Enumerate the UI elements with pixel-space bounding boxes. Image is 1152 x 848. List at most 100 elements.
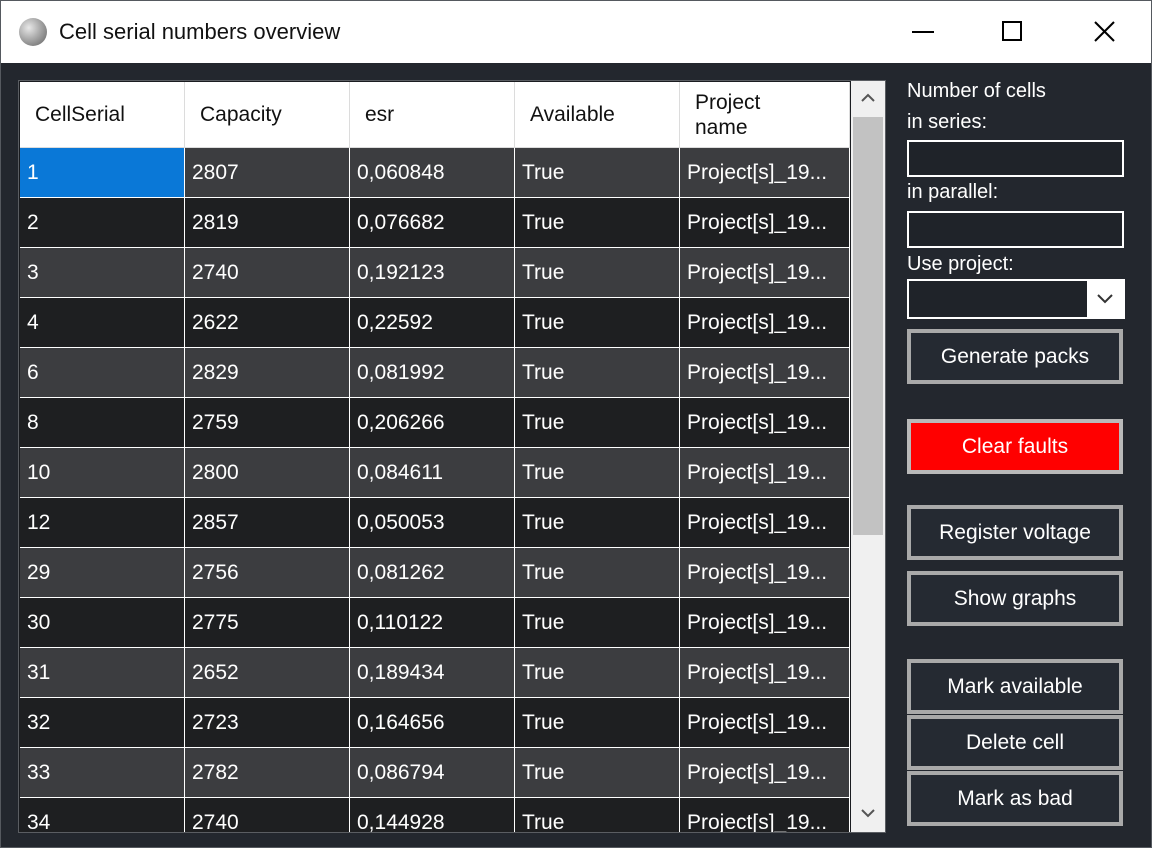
cell-available[interactable]: True: [515, 248, 680, 298]
cell-project-name[interactable]: Project[s]_19...: [680, 348, 850, 398]
register-voltage-button[interactable]: Register voltage: [907, 505, 1123, 560]
cell-esr[interactable]: 0,164656: [350, 698, 515, 748]
cell-capacity[interactable]: 2652: [185, 648, 350, 698]
minimize-button[interactable]: [877, 1, 969, 63]
cell-cellserial[interactable]: 3: [20, 248, 185, 298]
table-row[interactable]: 8 2759 0,206266 True Project[s]_19...: [20, 398, 850, 448]
vertical-scrollbar[interactable]: [851, 81, 885, 832]
column-header-esr[interactable]: esr: [350, 82, 515, 148]
project-dropdown[interactable]: [907, 279, 1125, 319]
cell-project-name[interactable]: Project[s]_19...: [680, 548, 850, 598]
cell-cellserial[interactable]: 1: [20, 148, 185, 198]
cell-esr[interactable]: 0,086794: [350, 748, 515, 798]
cell-esr[interactable]: 0,050053: [350, 498, 515, 548]
clear-faults-button[interactable]: Clear faults: [907, 419, 1123, 474]
close-button[interactable]: [1059, 1, 1151, 63]
cell-project-name[interactable]: Project[s]_19...: [680, 398, 850, 448]
cell-esr[interactable]: 0,206266: [350, 398, 515, 448]
cell-cellserial[interactable]: 4: [20, 298, 185, 348]
cell-project-name[interactable]: Project[s]_19...: [680, 798, 850, 832]
cell-available[interactable]: True: [515, 648, 680, 698]
cell-cellserial[interactable]: 32: [20, 698, 185, 748]
cell-available[interactable]: True: [515, 298, 680, 348]
table-row[interactable]: 3 2740 0,192123 True Project[s]_19...: [20, 248, 850, 298]
cell-esr[interactable]: 0,060848: [350, 148, 515, 198]
mark-available-button[interactable]: Mark available: [907, 659, 1123, 714]
cell-project-name[interactable]: Project[s]_19...: [680, 148, 850, 198]
delete-cell-button[interactable]: Delete cell: [907, 715, 1123, 770]
table-row[interactable]: 10 2800 0,084611 True Project[s]_19...: [20, 448, 850, 498]
cell-available[interactable]: True: [515, 148, 680, 198]
cell-available[interactable]: True: [515, 348, 680, 398]
cell-capacity[interactable]: 2775: [185, 598, 350, 648]
cell-esr[interactable]: 0,081992: [350, 348, 515, 398]
cell-project-name[interactable]: Project[s]_19...: [680, 448, 850, 498]
cell-available[interactable]: True: [515, 698, 680, 748]
scroll-thumb[interactable]: [853, 117, 883, 535]
cell-project-name[interactable]: Project[s]_19...: [680, 598, 850, 648]
cell-project-name[interactable]: Project[s]_19...: [680, 748, 850, 798]
cell-capacity[interactable]: 2759: [185, 398, 350, 448]
cells-grid[interactable]: CellSerial Capacity esr Available Projec…: [18, 80, 886, 833]
cell-cellserial[interactable]: 6: [20, 348, 185, 398]
cell-esr[interactable]: 0,189434: [350, 648, 515, 698]
cell-capacity[interactable]: 2756: [185, 548, 350, 598]
cell-available[interactable]: True: [515, 598, 680, 648]
cell-cellserial[interactable]: 2: [20, 198, 185, 248]
scroll-down-button[interactable]: [851, 796, 885, 830]
cell-project-name[interactable]: Project[s]_19...: [680, 498, 850, 548]
series-input[interactable]: [907, 140, 1124, 177]
table-row[interactable]: 1 2807 0,060848 True Project[s]_19...: [20, 148, 850, 198]
cell-esr[interactable]: 0,076682: [350, 198, 515, 248]
table-row[interactable]: 12 2857 0,050053 True Project[s]_19...: [20, 498, 850, 548]
cell-capacity[interactable]: 2723: [185, 698, 350, 748]
generate-packs-button[interactable]: Generate packs: [907, 329, 1123, 384]
cell-available[interactable]: True: [515, 548, 680, 598]
column-header-capacity[interactable]: Capacity: [185, 82, 350, 148]
cell-esr[interactable]: 0,144928: [350, 798, 515, 832]
cell-cellserial[interactable]: 34: [20, 798, 185, 832]
cell-capacity[interactable]: 2819: [185, 198, 350, 248]
cell-esr[interactable]: 0,110122: [350, 598, 515, 648]
cell-project-name[interactable]: Project[s]_19...: [680, 698, 850, 748]
parallel-input[interactable]: [907, 211, 1124, 248]
cell-cellserial[interactable]: 29: [20, 548, 185, 598]
cell-esr[interactable]: 0,192123: [350, 248, 515, 298]
cell-capacity[interactable]: 2740: [185, 248, 350, 298]
table-row[interactable]: 31 2652 0,189434 True Project[s]_19...: [20, 648, 850, 698]
table-row[interactable]: 6 2829 0,081992 True Project[s]_19...: [20, 348, 850, 398]
mark-as-bad-button[interactable]: Mark as bad: [907, 771, 1123, 826]
cell-capacity[interactable]: 2857: [185, 498, 350, 548]
cell-cellserial[interactable]: 12: [20, 498, 185, 548]
cell-available[interactable]: True: [515, 448, 680, 498]
cell-cellserial[interactable]: 10: [20, 448, 185, 498]
cell-available[interactable]: True: [515, 798, 680, 832]
cell-available[interactable]: True: [515, 198, 680, 248]
cell-cellserial[interactable]: 33: [20, 748, 185, 798]
table-row[interactable]: 30 2775 0,110122 True Project[s]_19...: [20, 598, 850, 648]
cell-cellserial[interactable]: 31: [20, 648, 185, 698]
table-row[interactable]: 32 2723 0,164656 True Project[s]_19...: [20, 698, 850, 748]
show-graphs-button[interactable]: Show graphs: [907, 571, 1123, 626]
cell-cellserial[interactable]: 8: [20, 398, 185, 448]
table-row[interactable]: 29 2756 0,081262 True Project[s]_19...: [20, 548, 850, 598]
cell-capacity[interactable]: 2807: [185, 148, 350, 198]
cell-available[interactable]: True: [515, 748, 680, 798]
cell-project-name[interactable]: Project[s]_19...: [680, 248, 850, 298]
dropdown-button[interactable]: [1087, 281, 1123, 317]
cell-capacity[interactable]: 2740: [185, 798, 350, 832]
cell-project-name[interactable]: Project[s]_19...: [680, 648, 850, 698]
cell-project-name[interactable]: Project[s]_19...: [680, 298, 850, 348]
cell-capacity[interactable]: 2800: [185, 448, 350, 498]
column-header-available[interactable]: Available: [515, 82, 680, 148]
table-row[interactable]: 34 2740 0,144928 True Project[s]_19...: [20, 798, 850, 832]
cell-capacity[interactable]: 2622: [185, 298, 350, 348]
table-row[interactable]: 33 2782 0,086794 True Project[s]_19...: [20, 748, 850, 798]
column-header-cellserial[interactable]: CellSerial: [20, 82, 185, 148]
cell-capacity[interactable]: 2782: [185, 748, 350, 798]
maximize-button[interactable]: [967, 1, 1059, 63]
cell-available[interactable]: True: [515, 498, 680, 548]
cell-esr[interactable]: 0,081262: [350, 548, 515, 598]
scroll-up-button[interactable]: [851, 81, 885, 115]
cell-available[interactable]: True: [515, 398, 680, 448]
